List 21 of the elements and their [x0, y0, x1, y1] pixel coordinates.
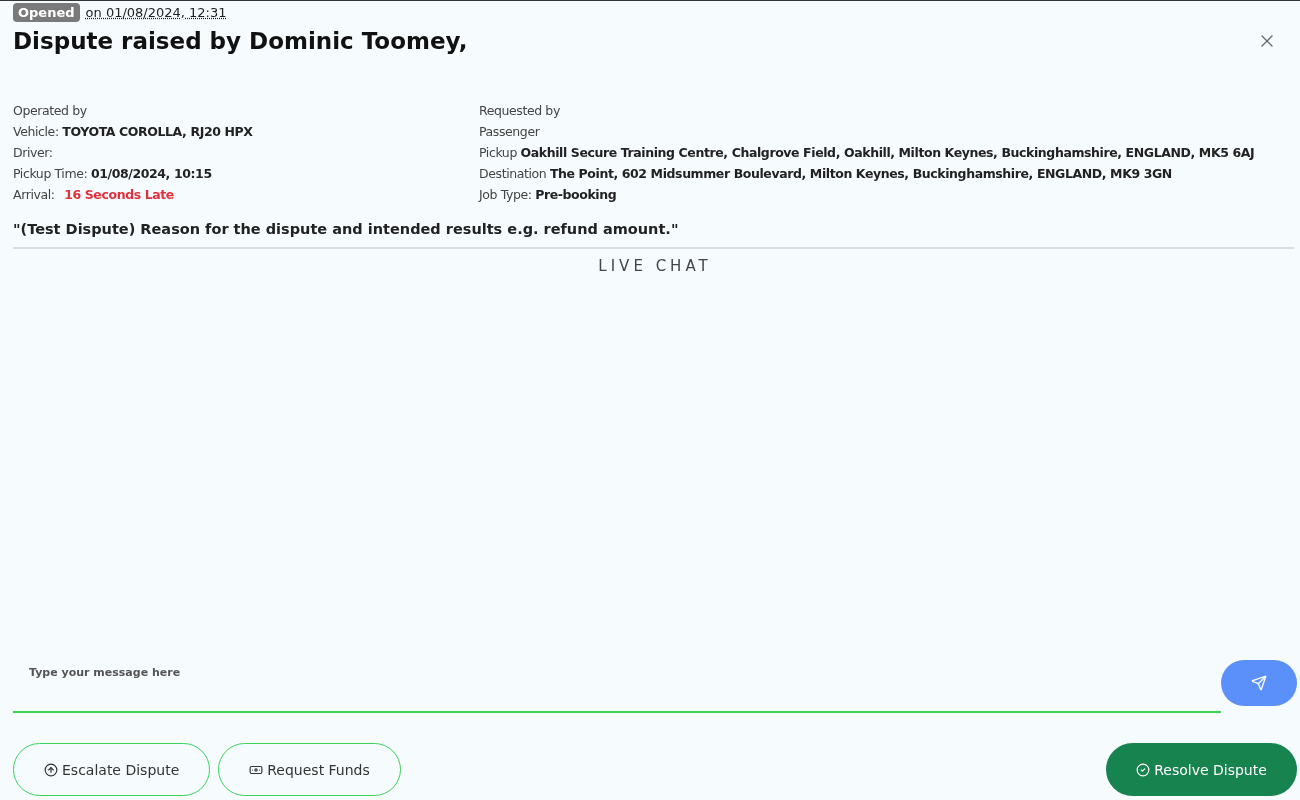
detail-line: Pickup Time: 01/08/2024, 10:15: [13, 165, 213, 183]
dispute-reason: "(Test Dispute) Reason for the dispute and intended results e.g. refund amount.": [13, 221, 1294, 249]
detail-line: Passenger: [479, 123, 541, 141]
detail-line: Destination The Point, 602 Midsummer Boulevard, Milton Keynes, Buckinghamshire, ENGLAND, MK9 3GN: [479, 165, 1173, 183]
action-button[interactable]: Resolve Dispute: [1106, 743, 1297, 796]
detail-line: Operated by: [13, 102, 88, 120]
dispute-title: Dispute raised by Dominic Toomey,: [13, 28, 468, 54]
check-circle-icon: [1136, 762, 1151, 777]
up-arrow-circle-icon: [44, 762, 58, 777]
send-button[interactable]: [1221, 660, 1297, 706]
message-input-field[interactable]: Type your message here: [13, 660, 1221, 713]
detail-line: Pickup Oakhill Secure Training Centre, Chalgrove Field, Oakhill, Milton Keynes, Buckinghamshire, ENGLAND, MK5 6AJ: [479, 144, 1256, 162]
detail-line: Arrival: 16 Seconds Late: [13, 186, 175, 204]
detail-line: Job Type: Pre-booking: [479, 186, 618, 204]
opened-date: on 01/08/2024, 12:31: [85, 5, 227, 20]
detail-line: Driver:: [13, 144, 54, 162]
status-badge: Opened: [13, 3, 80, 22]
detail-line: Requested by: [479, 102, 561, 120]
live-chat-heading: LIVE CHAT: [597, 257, 713, 275]
send-icon: [1251, 675, 1267, 691]
detail-line: Vehicle: TOYOTA COROLLA, RJ20 HPX: [13, 123, 254, 141]
